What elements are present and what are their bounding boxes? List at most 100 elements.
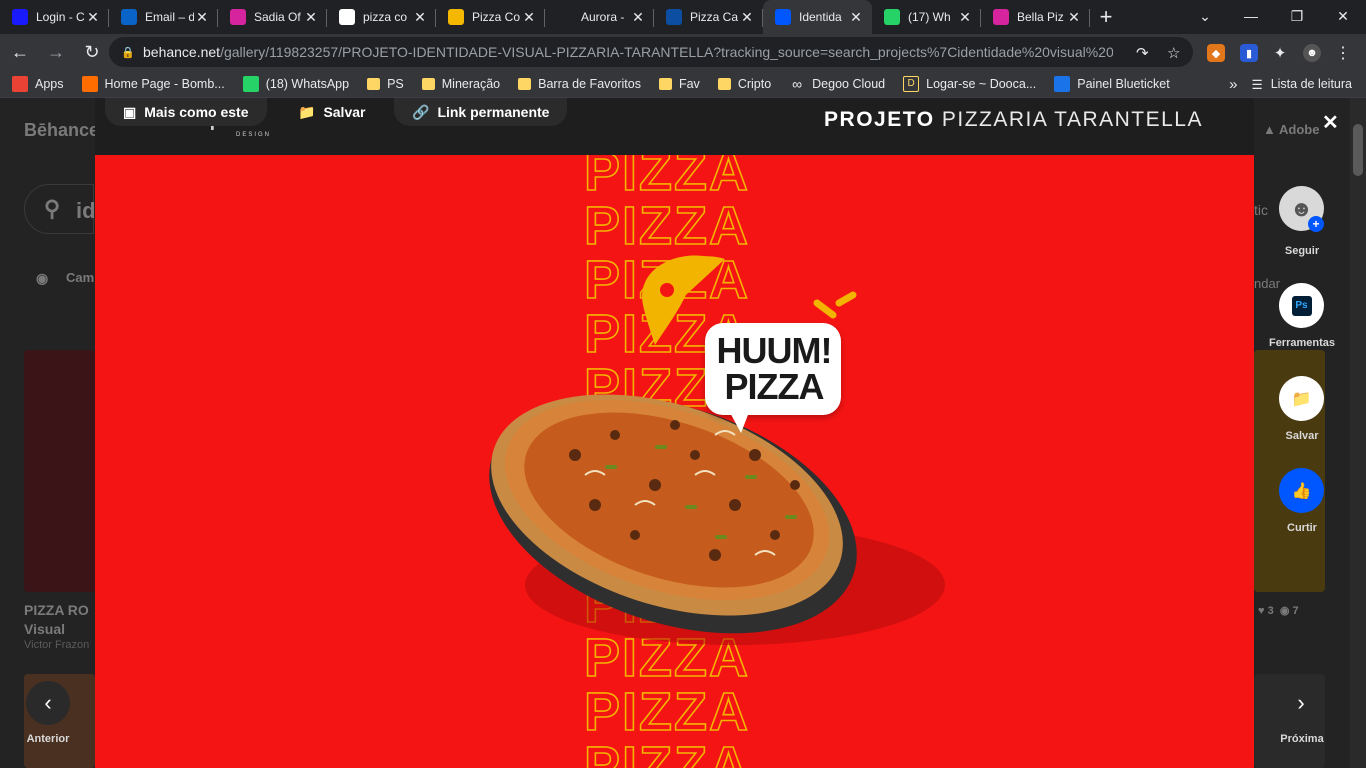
background-camera-text: Cam	[66, 270, 95, 285]
reload-button[interactable]: ↻	[76, 36, 108, 68]
background-search-icon: ⚲	[44, 196, 61, 221]
maximize-button[interactable]: ❐	[1274, 0, 1320, 32]
browser-tab[interactable]: Identida ✕	[763, 0, 872, 34]
chevron-right-icon: ›	[1297, 690, 1305, 715]
previous-label: Anterior	[26, 733, 70, 745]
save-rail-label: Salvar	[1285, 430, 1319, 442]
follow-plus-icon[interactable]: +	[1308, 216, 1324, 232]
url-text[interactable]: behance.net/gallery/119823257/PROJETO-ID…	[143, 44, 1113, 60]
folder-icon: 📁	[298, 103, 316, 120]
close-tab-icon[interactable]: ✕	[521, 9, 537, 26]
extension-shield-icon[interactable]: ▮	[1240, 44, 1258, 62]
tab-title: Aurora -	[581, 10, 625, 24]
pizza-slice-hole	[660, 283, 674, 297]
scrollbar-thumb[interactable]	[1353, 124, 1363, 176]
photoshop-icon: Ps	[1291, 295, 1312, 316]
browser-tab[interactable]: Pizza Ca ✕	[654, 0, 763, 34]
close-tab-icon[interactable]: ✕	[412, 9, 428, 26]
bookmark-item[interactable]: Mineração	[421, 77, 500, 91]
bookmark-item[interactable]: Painel Blueticket	[1054, 75, 1170, 92]
dooca-icon: D	[903, 75, 920, 92]
bubble-line-1: HUUM!	[716, 330, 833, 371]
tab-title: Bella Piz	[1017, 10, 1064, 24]
close-window-button[interactable]: ✕	[1320, 0, 1366, 32]
tab-title: pizza co	[363, 10, 408, 24]
close-tab-icon[interactable]: ✕	[1066, 9, 1082, 26]
bookmark-item[interactable]: Home Page - Bomb...	[81, 75, 225, 92]
permalink-button[interactable]: 🔗 Link permanente	[394, 98, 568, 126]
metamask-extension-icon[interactable]: ◆	[1207, 44, 1225, 62]
close-tab-icon[interactable]: ✕	[303, 9, 319, 26]
browser-tab[interactable]: Aurora - ✕	[545, 0, 654, 34]
close-tab-icon[interactable]: ✕	[194, 9, 210, 26]
behance-icon	[775, 9, 791, 25]
browser-tab[interactable]: pizza co ✕	[327, 0, 436, 34]
close-tab-icon[interactable]: ✕	[630, 9, 646, 26]
tab-title: Pizza Co	[472, 10, 521, 24]
save-top-label: Salvar	[323, 104, 366, 120]
save-rail-button[interactable]: 📁	[1279, 376, 1324, 421]
bookmark-item[interactable]: Barra de Favoritos	[518, 77, 641, 91]
tab-search-icon[interactable]: ⌄	[1182, 0, 1228, 32]
bookmark-item[interactable]: (18) WhatsApp	[242, 75, 350, 92]
project-image: PIZZAPIZZAPIZZAPIZZAPIZZAPIZZAPIZZAPIZZA…	[95, 155, 1254, 768]
page-scrollbar[interactable]	[1350, 98, 1366, 768]
tab-title: Identida	[799, 10, 842, 24]
more-bookmarks-button[interactable]: »	[1229, 76, 1237, 93]
browser-tab[interactable]: Login - C ✕	[0, 0, 109, 34]
tab-strip: Login - C ✕ Email – d ✕ Sadia Of ✕ pizza co ✕ Pi…	[0, 0, 1366, 34]
bomb-icon	[81, 75, 98, 92]
reading-list-button[interactable]: Lista de leitura	[1271, 77, 1352, 91]
browser-tab[interactable]: Email – d ✕	[109, 0, 218, 34]
speech-bubble-tail	[727, 407, 751, 433]
apps-grid-icon	[12, 75, 28, 92]
tools-label: Ferramentas	[1268, 337, 1336, 349]
close-tab-icon[interactable]: ✕	[957, 9, 973, 26]
bookmark-item[interactable]: ∞ Degoo Cloud	[789, 76, 885, 92]
bookmark-label: Fav	[678, 76, 700, 91]
menu-dots-icon[interactable]: ⋮	[1334, 44, 1352, 62]
bookmark-label: (18) WhatsApp	[265, 76, 350, 91]
minimize-button[interactable]: —	[1228, 0, 1274, 32]
outlook-icon	[121, 9, 137, 25]
background-camera-icon: ◉	[36, 270, 49, 286]
back-button[interactable]: ←	[4, 36, 36, 68]
like-button[interactable]: 👍	[1279, 468, 1324, 513]
link-icon: 🔗	[412, 103, 430, 120]
close-tab-icon[interactable]: ✕	[739, 9, 755, 26]
bookmark-item[interactable]: Cripto	[717, 76, 772, 91]
pizza-tab-icon	[448, 9, 464, 25]
next-label: Próxima	[1280, 733, 1324, 745]
close-tab-icon[interactable]: ✕	[848, 9, 864, 26]
profile-avatar[interactable]: ☻	[1303, 44, 1321, 62]
extensions-puzzle-icon[interactable]: ✦	[1271, 44, 1289, 62]
browser-tab[interactable]: Sadia Of ✕	[218, 0, 327, 34]
bookmark-label: Degoo Cloud	[812, 76, 886, 91]
browser-tab[interactable]: Bella Piz ✕	[981, 0, 1090, 34]
close-modal-button[interactable]: ✕	[1322, 110, 1339, 135]
more-like-this-button[interactable]: ▣ Mais como este	[105, 98, 267, 126]
close-tab-icon[interactable]: ✕	[85, 9, 101, 26]
bookmark-label: Apps	[35, 76, 64, 91]
new-tab-button[interactable]: +	[1090, 0, 1122, 34]
bookmark-item[interactable]: D Logar-se ~ Dooca...	[903, 75, 1036, 92]
bookmark-star-icon[interactable]: ☆	[1167, 44, 1180, 62]
tab-title: Email – d	[145, 10, 194, 24]
tools-button[interactable]: Ps	[1279, 283, 1324, 328]
tab-title: Login - C	[36, 10, 85, 24]
bookmark-item[interactable]: PS	[367, 77, 404, 91]
browser-tab[interactable]: Pizza Co ✕	[436, 0, 545, 34]
bookmark-item[interactable]: Apps	[12, 75, 64, 92]
bookmark-item[interactable]: Fav	[658, 76, 700, 91]
previous-project-button[interactable]: ‹	[26, 681, 70, 725]
next-project-button[interactable]: ›	[1279, 681, 1323, 725]
share-icon[interactable]: ↷	[1136, 44, 1149, 62]
degoo-icon: ∞	[792, 75, 803, 92]
accent-stroke-1	[813, 299, 837, 319]
address-bar[interactable]: 🔒 behance.net/gallery/119823257/PROJETO-…	[109, 37, 1193, 67]
save-top-button[interactable]: 📁 Salvar	[280, 98, 383, 126]
bookmark-label: Cripto	[737, 76, 772, 91]
forward-button[interactable]: →	[40, 36, 72, 68]
page-viewport: Bēhance ⚲ id tic ◉ Cam ndar ▲ Adobe PIZZ…	[0, 98, 1366, 768]
browser-tab[interactable]: (17) Wh ✕	[872, 0, 981, 34]
